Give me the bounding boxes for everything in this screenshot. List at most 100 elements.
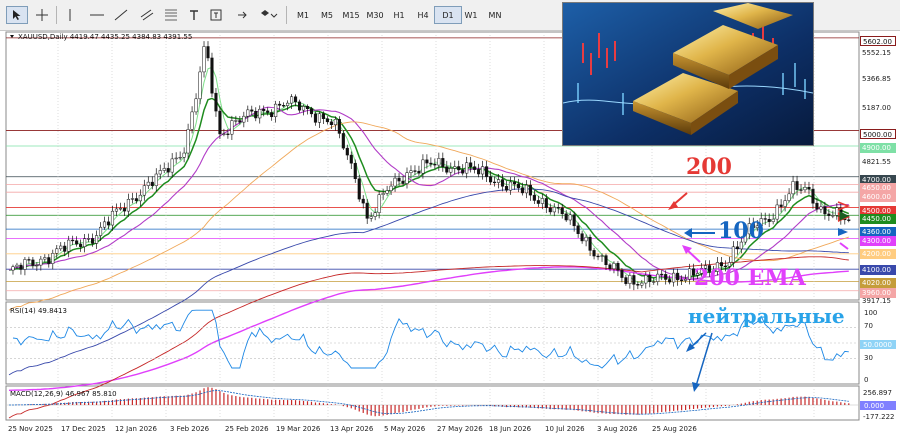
candle-body: [803, 186, 807, 191]
candle-body: [106, 221, 111, 226]
candle-body: [222, 133, 226, 135]
candle-body: [787, 193, 791, 201]
macd-pane-frame: [5, 385, 860, 421]
toolbar-separator: [56, 6, 57, 24]
arrow-mark-icon[interactable]: [234, 6, 252, 24]
candle-body: [39, 258, 43, 266]
candle-body: [815, 202, 819, 210]
trendline-icon[interactable]: [112, 6, 130, 24]
candle-body: [166, 168, 170, 173]
candle-body: [373, 212, 377, 217]
candle-body: [270, 112, 274, 118]
candle-body: [333, 119, 337, 126]
crosshair-icon[interactable]: [32, 6, 52, 24]
timeframe-h4[interactable]: H4: [410, 6, 436, 24]
timeframe-mn[interactable]: MN: [482, 6, 508, 24]
timeframe-m5[interactable]: M5: [314, 6, 340, 24]
candle-body: [425, 159, 429, 164]
timeframe-m1[interactable]: M1: [290, 6, 316, 24]
price-label-3917: 3917.15: [862, 297, 891, 305]
candle-body: [648, 274, 652, 282]
fibonacci-icon[interactable]: [162, 6, 180, 24]
channel-icon[interactable]: [138, 6, 156, 24]
candle-body: [660, 273, 664, 276]
candle-body: [465, 162, 469, 174]
candle-body: [55, 248, 59, 254]
candle-body: [158, 170, 162, 175]
shapes-icon[interactable]: [258, 6, 280, 24]
candle-body: [783, 200, 787, 207]
candle-body: [735, 246, 739, 250]
candle-body: [819, 206, 823, 210]
label-icon[interactable]: [208, 6, 224, 24]
candle-body: [664, 274, 668, 280]
candle-body: [473, 166, 477, 170]
candle-body: [775, 204, 779, 220]
candle-body: [262, 108, 266, 112]
candle-body: [226, 133, 230, 135]
candle-body: [584, 236, 588, 242]
timeframe-h1[interactable]: H1: [386, 6, 412, 24]
candle-body: [19, 264, 23, 270]
candle-body: [361, 198, 365, 204]
date-label: 10 Jul 2026: [545, 425, 585, 433]
annotation-100-sma: 100: [718, 218, 764, 244]
candle-body: [266, 110, 270, 113]
price-label-5366: 5366.85: [862, 75, 891, 83]
price-label-5602: 5602.00: [860, 36, 896, 46]
candle-body: [47, 257, 51, 264]
candle-body: [600, 255, 604, 257]
candle-body: [313, 113, 318, 123]
timeframe-m30[interactable]: M30: [362, 6, 388, 24]
candle-body: [552, 207, 556, 213]
candle-body: [353, 162, 357, 179]
date-label: 5 May 2026: [384, 425, 426, 433]
horizontal-line-icon[interactable]: [88, 6, 106, 24]
chart-header: XAUUSD,Daily 4419.47 4435.25 4384.83 439…: [18, 33, 192, 41]
candle-body: [75, 240, 79, 245]
candle-body: [624, 277, 628, 284]
rsi-label-70: 70: [864, 322, 873, 330]
candle-body: [572, 214, 576, 227]
candle-body: [457, 166, 461, 171]
macd-label-top: 256.897: [863, 389, 892, 397]
candle-body: [325, 118, 329, 123]
candle-body: [405, 172, 409, 184]
candle-body: [811, 188, 815, 204]
candle-body: [791, 181, 795, 195]
candle-body: [130, 198, 134, 200]
candle-body: [493, 181, 497, 184]
text-icon[interactable]: [186, 6, 202, 24]
candle-body: [254, 110, 258, 119]
vertical-line-icon[interactable]: [62, 6, 78, 24]
rsi-label-50: 50.0000: [863, 341, 892, 349]
candle-body: [767, 219, 771, 222]
timeframe-m15[interactable]: M15: [338, 6, 364, 24]
candle-body: [556, 207, 560, 209]
candle-body: [612, 263, 616, 270]
annotation-200-sma: 200: [686, 154, 732, 180]
price-label-4100: 4100.00: [860, 265, 896, 275]
candle-body: [433, 163, 437, 166]
candle-body: [580, 233, 584, 242]
candle-body: [274, 103, 278, 118]
candle-body: [341, 133, 345, 149]
candle-body: [246, 109, 250, 117]
candle-body: [290, 96, 294, 104]
candle-body: [369, 216, 373, 219]
candle-body: [596, 255, 600, 258]
macd-label-bottom: -177.222: [863, 413, 894, 421]
candle-body: [297, 101, 302, 111]
candle-body: [170, 158, 174, 173]
candle-body: [835, 207, 839, 216]
candle-body: [592, 250, 596, 257]
candle-body: [59, 245, 63, 250]
cursor-icon[interactable]: [6, 6, 28, 24]
candle-body: [532, 194, 536, 201]
candle-body: [282, 105, 286, 107]
candle-body: [381, 193, 385, 195]
candle-body: [656, 273, 660, 282]
timeframe-w1[interactable]: W1: [458, 6, 484, 24]
candle-body: [401, 180, 405, 184]
candle-body: [27, 259, 31, 261]
